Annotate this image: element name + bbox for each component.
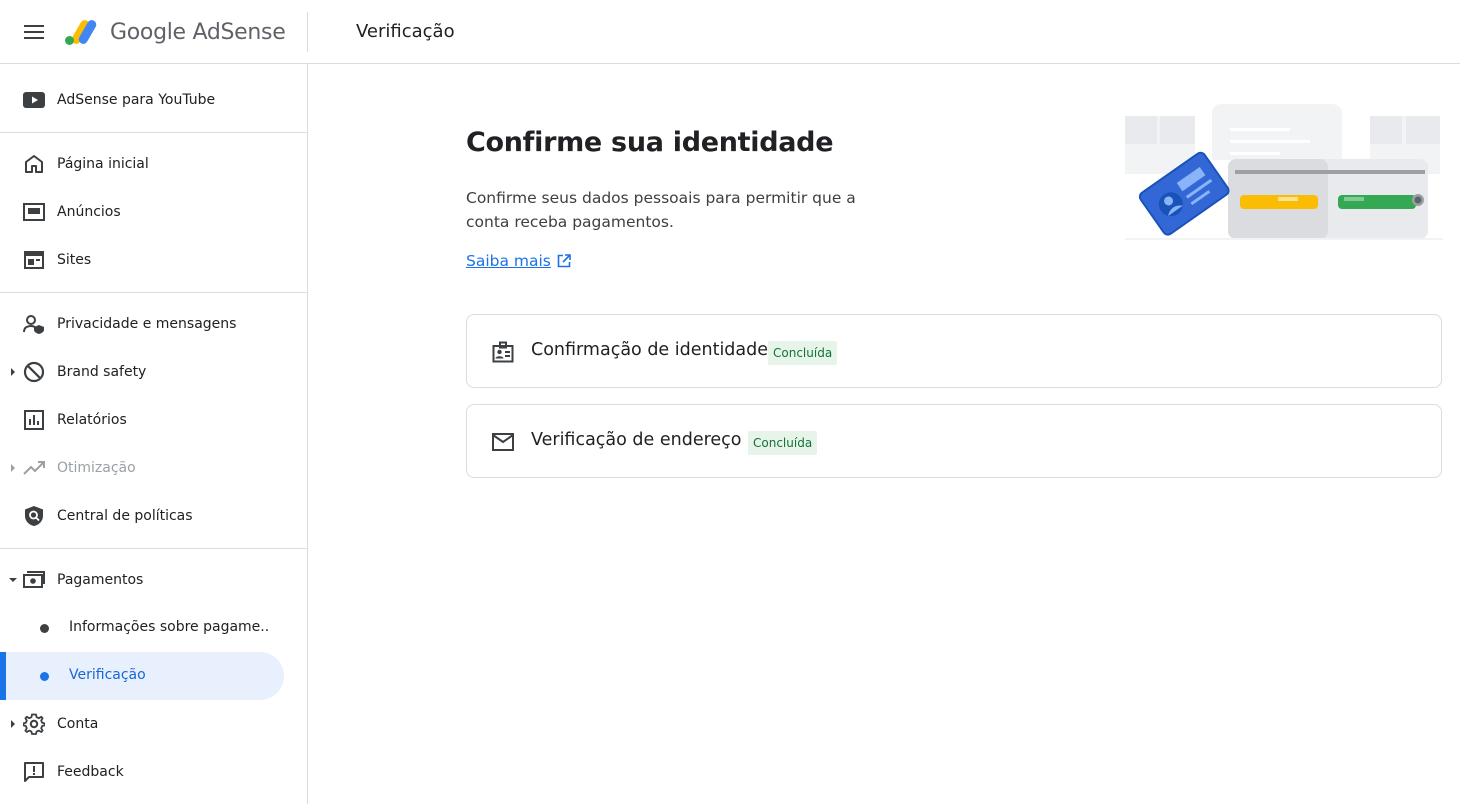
sidebar-item-ads[interactable]: Anúncios (0, 188, 300, 236)
sidebar-item-policy-center[interactable]: Central de políticas (0, 492, 300, 540)
payments-icon (22, 568, 46, 592)
sites-icon (22, 248, 46, 272)
app-name: Google AdSense (110, 19, 286, 45)
caret-right-icon (9, 464, 17, 472)
sidebar-nav: AdSense para YouTube Página inicial Anún… (0, 64, 308, 804)
top-app-bar: Google AdSense Verificação (0, 0, 1460, 64)
bullet-icon (40, 624, 49, 633)
caret-right-icon (9, 720, 17, 728)
page-title: Verificação (356, 21, 455, 42)
home-icon (22, 152, 46, 176)
external-link-icon (557, 254, 571, 268)
identity-confirmation-card[interactable]: Confirmação de identidade Concluída (466, 314, 1442, 388)
sidebar-item-adsense-youtube[interactable]: AdSense para YouTube (0, 76, 300, 124)
address-verification-card[interactable]: Verificação de endereço Concluída (466, 404, 1442, 478)
identity-illustration (1120, 100, 1445, 245)
sidebar-divider (0, 548, 307, 549)
sidebar-divider (0, 292, 307, 293)
policy-shield-icon (22, 504, 46, 528)
trending-icon (22, 456, 46, 480)
sidebar-item-privacy[interactable]: Privacidade e mensagens (0, 300, 300, 348)
sidebar-item-payments[interactable]: Pagamentos (0, 556, 300, 604)
sidebar-item-optimization[interactable]: Otimização (0, 444, 300, 492)
adsense-logo-icon (65, 20, 97, 45)
sidebar-item-sites[interactable]: Sites (0, 236, 300, 284)
youtube-icon (22, 88, 46, 112)
mail-icon (491, 430, 515, 454)
sidebar-subitem-verification[interactable]: Verificação (0, 652, 284, 700)
identity-description: Confirme seus dados pessoais para permit… (466, 189, 856, 231)
sidebar-subitem-payment-info[interactable]: Informações sobre pagame... (0, 604, 284, 652)
learn-more-link[interactable]: Saiba mais (466, 252, 571, 270)
sidebar-item-account[interactable]: Conta (0, 700, 300, 748)
active-indicator (0, 652, 6, 700)
sidebar-item-brand-safety[interactable]: Brand safety (0, 348, 300, 396)
card-title: Verificação de endereço (531, 430, 742, 450)
bullet-icon (40, 672, 49, 681)
privacy-icon (22, 312, 46, 336)
caret-right-icon (9, 368, 17, 376)
caret-down-icon (9, 576, 17, 584)
ads-icon (22, 200, 46, 224)
block-icon (22, 360, 46, 384)
sidebar-item-feedback[interactable]: Feedback (0, 748, 300, 796)
sidebar-divider (0, 132, 307, 133)
reports-icon (22, 408, 46, 432)
card-title: Confirmação de identidade (531, 340, 769, 360)
id-badge-icon (491, 340, 515, 364)
adsense-logo[interactable]: Google AdSense (64, 14, 286, 50)
identity-heading: Confirme sua identidade (466, 127, 834, 158)
header-divider (307, 12, 308, 52)
sidebar-item-home[interactable]: Página inicial (0, 140, 300, 188)
feedback-icon (22, 760, 46, 784)
learn-more-label: Saiba mais (466, 252, 551, 270)
menu-icon[interactable] (16, 14, 52, 50)
status-badge: Concluída (768, 341, 838, 365)
status-badge: Concluída (748, 431, 818, 455)
gear-icon (22, 712, 46, 736)
sidebar-item-reports[interactable]: Relatórios (0, 396, 300, 444)
